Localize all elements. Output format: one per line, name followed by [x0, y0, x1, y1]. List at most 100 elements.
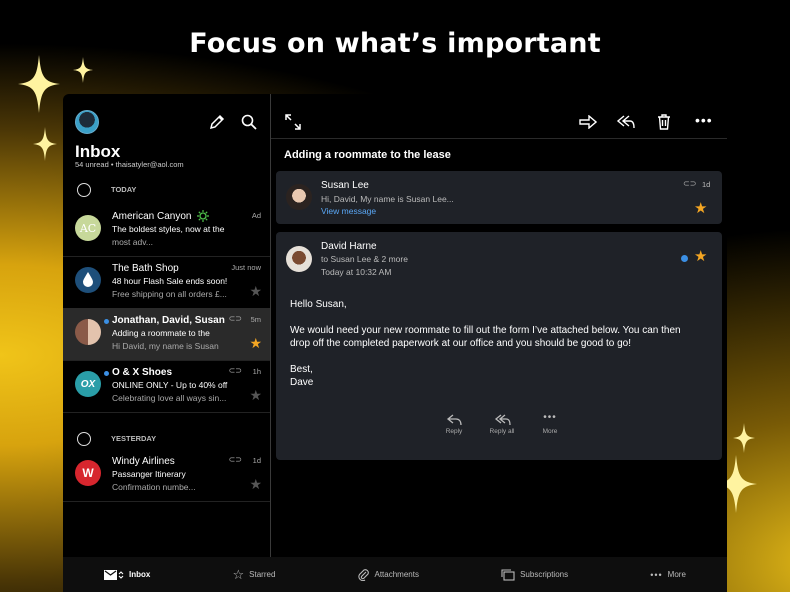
- star-icon[interactable]: ★: [249, 476, 262, 493]
- list-item[interactable]: Jonathan, David, Susan ⊂⊃ Adding a roomm…: [63, 308, 270, 361]
- section-today: TODAY: [63, 179, 270, 203]
- nav-more[interactable]: ••• More: [650, 570, 686, 580]
- sender-name: American Canyon: [112, 211, 192, 222]
- avatar: [286, 184, 312, 210]
- reply-all-icon: [494, 414, 511, 426]
- section-label: TODAY: [111, 185, 137, 194]
- nav-inbox[interactable]: Inbox: [104, 569, 151, 580]
- more-icon: •••: [650, 569, 663, 580]
- avatar: OX: [75, 371, 101, 397]
- paperclip-icon: [357, 568, 369, 581]
- app-window: Inbox 54 unread • thaisatyler@aol.com TO…: [63, 94, 727, 592]
- sender-name: Jonathan, David, Susan: [112, 315, 225, 326]
- preview-line: Hi David, my name is Susan: [112, 341, 219, 351]
- reply-button[interactable]: Reply: [439, 412, 469, 435]
- attachment-icon: ⊂⊃: [228, 366, 242, 375]
- message-body: Hello Susan, We would need your new room…: [290, 298, 690, 389]
- avatar: W: [75, 460, 101, 486]
- attachment-icon: ⊂⊃: [228, 314, 242, 323]
- account-avatar[interactable]: [75, 110, 99, 134]
- sparkle-icon: [33, 127, 57, 161]
- sender-name: O & X Shoes: [112, 367, 173, 378]
- sender-name: Susan Lee: [321, 180, 369, 191]
- nav-starred[interactable]: ☆ Starred: [233, 567, 276, 583]
- view-message-link[interactable]: View message: [321, 206, 376, 216]
- inbox-title: Inbox: [75, 142, 121, 161]
- list-item[interactable]: OX O & X Shoes ⊂⊃ ONLINE ONLY - Up to 40…: [63, 360, 270, 413]
- star-icon[interactable]: ★: [249, 335, 262, 352]
- reply-icon: [446, 414, 462, 426]
- subject-line: ONLINE ONLY - Up to 40% off: [112, 380, 228, 390]
- nav-label: Inbox: [129, 570, 151, 579]
- select-all-circle[interactable]: [77, 183, 91, 197]
- nav-subscriptions[interactable]: Subscriptions: [501, 568, 569, 581]
- preview-line: Celebrating love all ways sin...: [112, 393, 227, 403]
- avatar: [75, 267, 101, 293]
- sparkle-icon: [733, 423, 755, 453]
- star-icon[interactable]: ★: [694, 247, 707, 265]
- nav-label: Starred: [249, 570, 276, 579]
- reply-all-icon[interactable]: [615, 115, 635, 129]
- sponsored-icon: [197, 210, 209, 222]
- reply-all-label: Reply all: [489, 428, 515, 435]
- sender-name: The Bath Shop: [112, 263, 179, 274]
- inbox-icon: [104, 569, 124, 580]
- collapsed-message-card[interactable]: Susan Lee Hi, David, My name is Susan Le…: [276, 171, 722, 224]
- subject-line: 48 hour Flash Sale ends soon!: [112, 276, 228, 286]
- subject-line: Adding a roommate to the: [112, 328, 210, 338]
- star-icon[interactable]: ★: [694, 199, 707, 217]
- message-preview: Hi, David, My name is Susan Lee...: [321, 194, 454, 204]
- signature: Dave: [290, 377, 314, 388]
- subject-line: Passanger Itinerary: [112, 469, 186, 479]
- sender-name: Windy Airlines: [112, 456, 175, 467]
- body-paragraph: We would need your new roommate to fill …: [290, 325, 681, 349]
- attachment-icon: ⊂⊃: [228, 455, 242, 464]
- email-subject: Adding a roommate to the lease: [284, 149, 451, 161]
- timestamp: Today at 10:32 AM: [321, 267, 392, 277]
- message-actions: Reply Reply all ••• More: [439, 412, 565, 435]
- trash-icon[interactable]: [657, 114, 671, 130]
- timestamp: Ad: [251, 211, 261, 220]
- forward-icon[interactable]: [579, 115, 597, 129]
- unread-dot: [681, 255, 688, 262]
- nav-attachments[interactable]: Attachments: [357, 568, 419, 581]
- sparkle-icon: [18, 55, 60, 113]
- more-icon: •••: [543, 412, 557, 423]
- more-label: More: [542, 428, 558, 435]
- recipients[interactable]: to Susan Lee & 2 more: [321, 254, 408, 264]
- avatar: [286, 246, 312, 272]
- more-button[interactable]: ••• More: [535, 412, 565, 435]
- headline: Focus on what’s important: [189, 28, 601, 59]
- preview-line: most adv...: [112, 237, 153, 247]
- star-icon[interactable]: ★: [249, 283, 262, 300]
- avatar: [75, 319, 101, 345]
- section-label: YESTERDAY: [111, 434, 157, 443]
- timestamp: 1d: [252, 456, 261, 465]
- list-item[interactable]: The Bath Shop 48 hour Flash Sale ends so…: [63, 256, 270, 309]
- unread-dot: [104, 319, 109, 324]
- avatar: AC: [75, 215, 101, 241]
- water-drop-icon: [83, 272, 93, 287]
- search-icon[interactable]: [241, 114, 257, 130]
- timestamp: Just now: [231, 263, 261, 272]
- timestamp: 1d: [702, 180, 711, 189]
- more-icon[interactable]: •••: [695, 112, 713, 128]
- subject-line: The boldest styles, now at the: [112, 224, 225, 234]
- expanded-message-card: David Harne to Susan Lee & 2 more Today …: [276, 232, 722, 460]
- list-item[interactable]: AC American Canyon The boldest styles, n…: [63, 204, 270, 257]
- reading-pane: ••• Adding a roommate to the lease Susan…: [271, 94, 727, 557]
- expand-icon[interactable]: [285, 114, 301, 130]
- nav-label: More: [667, 570, 686, 579]
- attachment-icon: ⊂⊃: [683, 179, 697, 188]
- star-icon[interactable]: ★: [249, 387, 262, 404]
- nav-label: Attachments: [374, 570, 419, 579]
- reply-all-button[interactable]: Reply all: [487, 412, 517, 435]
- timestamp: 1h: [252, 367, 261, 376]
- preview-line: Free shipping on all orders £...: [112, 289, 227, 299]
- compose-icon[interactable]: [209, 114, 225, 130]
- list-item[interactable]: W Windy Airlines ⊂⊃ Passanger Itinerary …: [63, 449, 270, 502]
- select-all-circle[interactable]: [77, 432, 91, 446]
- nav-label: Subscriptions: [520, 570, 569, 579]
- inbox-subtitle: 54 unread • thaisatyler@aol.com: [75, 160, 184, 169]
- reply-label: Reply: [445, 428, 463, 435]
